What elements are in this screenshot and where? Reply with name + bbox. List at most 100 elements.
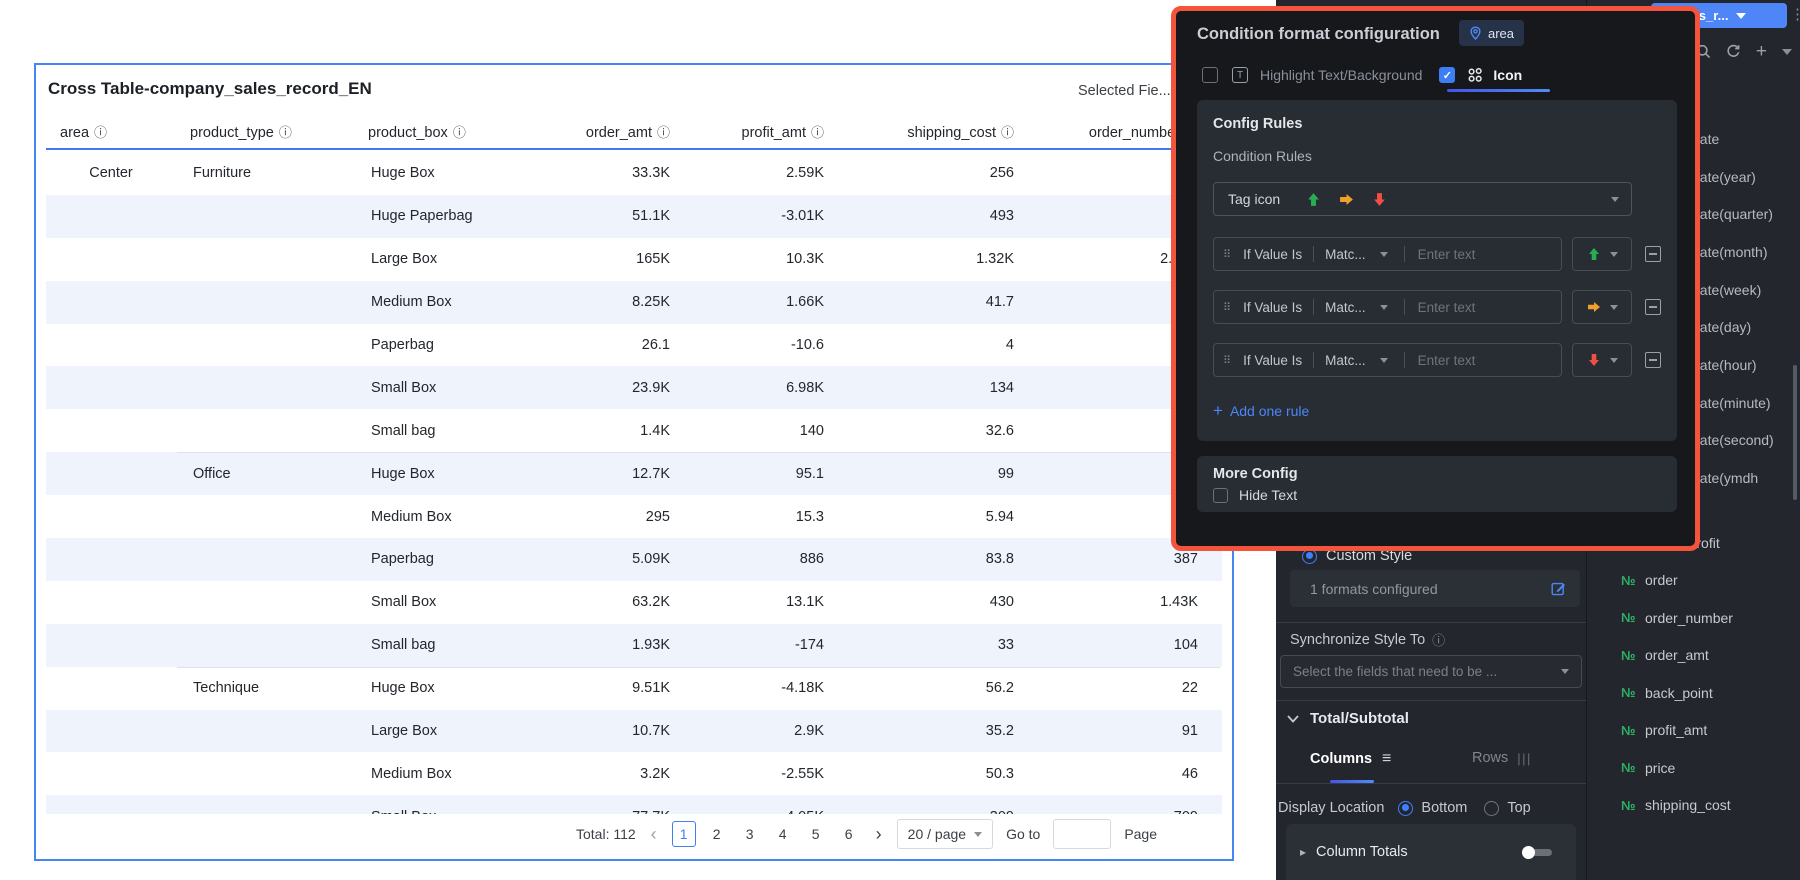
drag-handle-icon[interactable]: ⠿ <box>1223 354 1232 367</box>
chevron-right-icon[interactable]: ▸ <box>1300 845 1306 859</box>
table-row[interactable]: Center Furniture Huge Box 33.3K 2.59K 256 <box>46 152 1222 195</box>
column-header-area[interactable]: area ⓘ <box>46 117 176 148</box>
table-row[interactable]: Paperbag 26.1 -10.6 4 <box>46 324 1222 367</box>
table-row[interactable]: Medium Box 295 15.3 5.94 <box>46 495 1222 538</box>
column-header-label: order_number <box>1088 124 1180 141</box>
kebab-menu-icon[interactable]: ⋮ <box>1790 5 1800 23</box>
measure-field-price[interactable]: № price <box>1587 749 1800 787</box>
tag-icon-select[interactable]: Tag icon <box>1213 182 1632 216</box>
chevron-down-icon <box>1736 12 1747 19</box>
hide-text-checkbox[interactable] <box>1213 488 1228 503</box>
page-size-select[interactable]: 20 / page <box>896 819 994 849</box>
table-row[interactable]: Huge Paperbag 51.1K -3.01K 493 <box>46 194 1222 238</box>
tab-columns[interactable]: Columns ≡ <box>1310 750 1391 768</box>
remove-rule-button[interactable] <box>1645 299 1661 315</box>
page-number-3[interactable]: 3 <box>738 821 762 847</box>
remove-rule-button[interactable] <box>1645 352 1661 368</box>
goto-page-input[interactable] <box>1053 819 1112 849</box>
info-icon: ⓘ <box>278 125 292 140</box>
scrollbar-thumb[interactable] <box>1793 365 1797 500</box>
condition-rule-row[interactable]: ⠿ If Value Is Matc... Enter text <box>1213 290 1562 324</box>
table-row[interactable]: Small Box 23.9K 6.98K 134 <box>46 366 1222 410</box>
prev-page-button[interactable]: ‹ <box>649 824 659 845</box>
column-header-label: order_amt <box>585 124 652 141</box>
column-header-product_type[interactable]: product_type ⓘ <box>176 117 354 148</box>
add-rule-button[interactable]: + Add one rule <box>1213 402 1309 419</box>
column-totals-toggle[interactable] <box>1522 845 1552 859</box>
cell-area <box>46 238 176 281</box>
column-header-product_box[interactable]: product_box ⓘ <box>354 117 534 148</box>
cell-profit_amt: -3.01K <box>781 208 824 225</box>
radio-icon[interactable] <box>1484 800 1500 816</box>
cell-product_type <box>176 324 354 367</box>
measure-field-order_number[interactable]: № order_number <box>1587 599 1800 637</box>
config-rules-card: Config Rules Condition Rules Tag icon ⠿ I… <box>1197 100 1677 441</box>
rule-arrow-select[interactable] <box>1572 290 1632 324</box>
column-header-shipping_cost[interactable]: shipping_cost ⓘ <box>826 117 1016 148</box>
refresh-icon[interactable] <box>1726 44 1741 59</box>
field-badge-label: area <box>1488 25 1515 41</box>
table-row[interactable]: Small bag 1.4K 140 32.6 <box>46 409 1222 452</box>
cell-order_amt: 295 <box>645 508 670 525</box>
column-header-profit_amt[interactable]: profit_amt ⓘ <box>672 117 826 148</box>
rule-value-input[interactable]: Enter text <box>1418 300 1476 315</box>
formats-configured-box[interactable]: 1 formats configured <box>1290 570 1580 607</box>
add-icon[interactable]: + <box>1756 42 1767 61</box>
measure-field-order_amt[interactable]: № order_amt <box>1587 637 1800 675</box>
drag-handle-icon[interactable]: ⠿ <box>1223 248 1232 261</box>
table-row[interactable]: Medium Box 3.2K -2.55K 50.3 46 <box>46 752 1222 795</box>
next-page-button[interactable]: › <box>874 824 884 845</box>
page-number-5[interactable]: 5 <box>804 821 828 847</box>
table-row[interactable]: Medium Box 8.25K 1.66K 41.7 <box>46 280 1222 324</box>
rule-operator-select[interactable]: Matc... <box>1325 247 1366 262</box>
condition-format-panel[interactable]: Condition format configuration area T Hi… <box>1171 6 1700 551</box>
tab-highlight-label[interactable]: Highlight Text/Background <box>1260 67 1422 83</box>
drag-handle-icon[interactable]: ⠿ <box>1223 301 1232 314</box>
condition-rule-row[interactable]: ⠿ If Value Is Matc... Enter text <box>1213 343 1562 377</box>
table-row[interactable]: Office Huge Box 12.7K 95.1 99 <box>46 452 1222 496</box>
cell-product_type <box>176 195 354 238</box>
total-subtotal-section-header[interactable]: Total/Subtotal <box>1286 710 1409 727</box>
rule-value-input[interactable]: Enter text <box>1418 247 1476 262</box>
table-row[interactable]: Large Box 10.7K 2.9K 35.2 91 <box>46 709 1222 753</box>
column-header-order_amt[interactable]: order_amt ⓘ <box>534 117 672 148</box>
remove-rule-button[interactable] <box>1645 246 1661 262</box>
measure-field-profit_amt[interactable]: № profit_amt <box>1587 712 1800 750</box>
tab-icon[interactable]: ✓ Icon <box>1439 67 1522 83</box>
rule-arrow-select[interactable] <box>1572 343 1632 377</box>
table-row[interactable]: Small bag 1.93K -174 33 104 <box>46 623 1222 667</box>
table-row[interactable]: Small Box 63.2K 13.1K 430 1.43K <box>46 581 1222 624</box>
table-row[interactable]: Paperbag 5.09K 886 83.8 387 <box>46 538 1222 581</box>
tab-rows[interactable]: Rows ||| <box>1472 750 1532 766</box>
radio-selected-icon[interactable] <box>1398 800 1414 816</box>
page-number-1[interactable]: 1 <box>671 821 696 847</box>
measure-field-shipping_cost[interactable]: № shipping_cost <box>1587 787 1800 825</box>
display-location-top[interactable]: Top <box>1507 800 1530 816</box>
edit-icon[interactable] <box>1551 581 1566 596</box>
condition-rules-label: Condition Rules <box>1213 148 1312 164</box>
rule-arrow-select[interactable] <box>1572 237 1632 271</box>
sync-style-select[interactable]: Select the fields that need to be ... <box>1280 655 1582 688</box>
measure-field-back_point[interactable]: № back_point <box>1587 674 1800 712</box>
measure-field-order[interactable]: № order <box>1587 562 1800 600</box>
field-label: price <box>1645 759 1676 776</box>
column-totals-card: ▸ Column Totals <box>1286 824 1576 880</box>
arrow-right-icon <box>1587 302 1600 312</box>
rule-operator-select[interactable]: Matc... <box>1325 300 1366 315</box>
icon-tab-checkbox[interactable]: ✓ <box>1439 67 1456 83</box>
table-row[interactable]: Large Box165K10.3K1.32K2.06K <box>46 238 1222 281</box>
rule-value-input[interactable]: Enter text <box>1418 353 1476 368</box>
table-row[interactable]: Technique Huge Box 9.51K -4.18K 56.2 22 <box>46 667 1222 710</box>
condition-rule-row[interactable]: ⠿ If Value Is Matc... Enter text <box>1213 237 1562 271</box>
cross-table-widget[interactable]: Cross Table-company_sales_record_EN Sele… <box>34 63 1234 861</box>
page-number-4[interactable]: 4 <box>771 821 795 847</box>
chevron-down-icon[interactable] <box>1782 48 1792 55</box>
display-location-bottom[interactable]: Bottom <box>1421 800 1467 816</box>
page-number-2[interactable]: 2 <box>705 821 729 847</box>
page-number-6[interactable]: 6 <box>837 821 861 847</box>
table-row[interactable]: Small Box77.7K4.05K309709 <box>46 795 1222 814</box>
rule-operator-select[interactable]: Matc... <box>1325 353 1366 368</box>
highlight-tab-checkbox[interactable] <box>1202 67 1218 83</box>
cell-order_amt: 8.25K <box>632 294 670 311</box>
divider <box>1276 700 1586 701</box>
